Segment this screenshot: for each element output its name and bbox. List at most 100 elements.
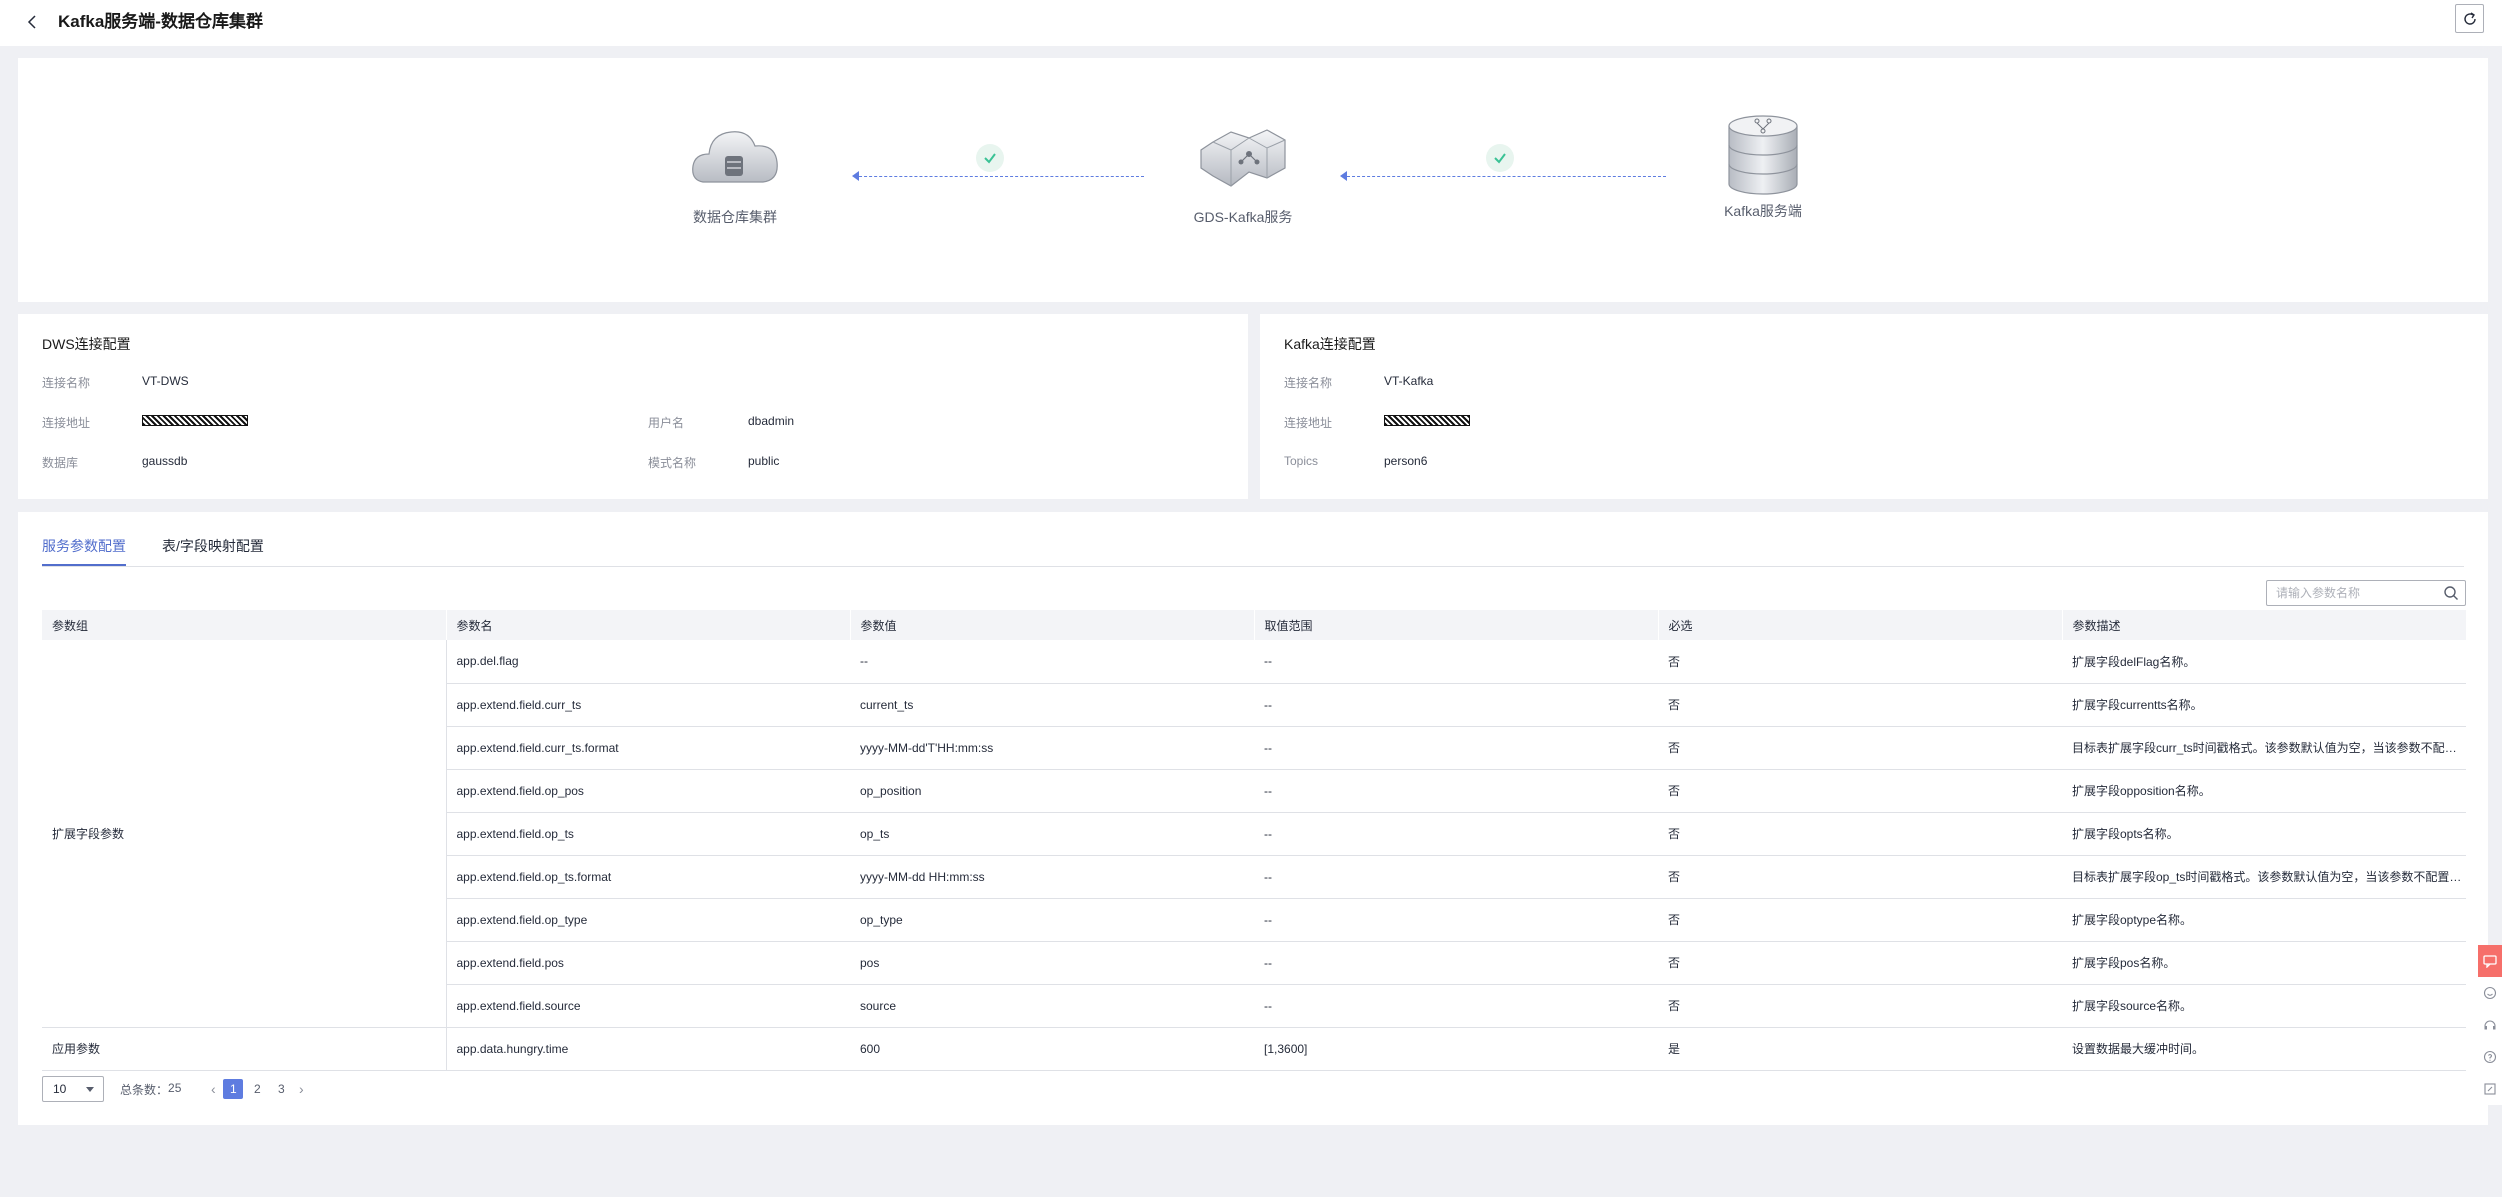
service-button[interactable] <box>2478 1009 2502 1041</box>
tab-divider <box>42 566 2464 567</box>
flow-node-kafka-server: Kafka服务端 <box>1673 112 1853 221</box>
tab-field-mapping[interactable]: 表/字段映射配置 <box>162 534 264 566</box>
tab-service-params[interactable]: 服务参数配置 <box>42 534 126 566</box>
check-icon <box>976 144 1004 172</box>
dws-db-label: 数据库 <box>42 456 79 470</box>
kafka-config-panel: Kafka连接配置 连接名称 VT-Kafka 连接地址 Topics pers… <box>1260 314 2488 499</box>
param-required: 否 <box>1658 726 2062 770</box>
refresh-icon <box>2463 11 2476 25</box>
flow-node-label: 数据仓库集群 <box>693 209 777 225</box>
param-name: app.extend.field.op_type <box>446 898 850 942</box>
dws-config-title: DWS连接配置 <box>42 336 131 352</box>
param-required: 否 <box>1658 683 2062 727</box>
params-table: 参数组 参数名 参数值 取值范围 必选 参数描述 扩展字段参数 app.del.… <box>42 610 2466 1071</box>
next-page-icon[interactable]: › <box>293 1081 309 1097</box>
kafka-name-value: VT-Kafka <box>1384 374 1434 388</box>
total-value: 25 <box>168 1080 182 1095</box>
dws-addr-masked <box>142 415 248 429</box>
top-bar: Kafka服务端-数据仓库集群 <box>0 0 2502 46</box>
edit-button[interactable] <box>2478 1073 2502 1105</box>
param-name: app.extend.field.op_pos <box>446 769 850 813</box>
param-group-cell: 扩展字段参数 <box>42 640 447 1028</box>
param-name: app.extend.field.source <box>446 984 850 1028</box>
param-range: -- <box>1254 640 1658 684</box>
param-value: pos <box>850 941 1254 985</box>
edit-icon <box>2484 1083 2496 1095</box>
col-header: 取值范围 <box>1253 610 1658 640</box>
param-desc: 扩展字段delFlag名称。 <box>2062 640 2466 684</box>
dws-config-panel: DWS连接配置 连接名称 VT-DWS 连接地址 用户名 dbadmin 数据库… <box>18 314 1248 499</box>
database-stack-icon <box>1728 115 1798 195</box>
prev-page-icon[interactable]: ‹ <box>205 1081 221 1097</box>
table-row: 应用参数 app.data.hungry.time 600 [1,3600] 是… <box>42 1027 2466 1071</box>
page-number[interactable]: 1 <box>223 1079 244 1099</box>
param-value: current_ts <box>850 683 1254 727</box>
page-size-value: 10 <box>53 1082 67 1096</box>
param-range: -- <box>1254 769 1658 813</box>
param-required: 否 <box>1658 941 2062 985</box>
table-header-row: 参数组 参数名 参数值 取值范围 必选 参数描述 <box>42 610 2466 640</box>
param-value: yyyy-MM-dd HH:mm:ss <box>850 855 1254 899</box>
page-number[interactable]: 3 <box>271 1079 291 1099</box>
col-header: 参数值 <box>849 610 1254 640</box>
search-icon[interactable] <box>2443 585 2459 601</box>
param-range: -- <box>1254 726 1658 770</box>
total-count: 总条数： 25 <box>120 1081 181 1098</box>
chat-icon <box>2483 955 2497 968</box>
flow-node-label: Kafka服务端 <box>1724 203 1802 219</box>
param-name: app.extend.field.op_ts.format <box>446 855 850 899</box>
param-range: -- <box>1254 984 1658 1028</box>
dws-db-value: gaussdb <box>142 454 188 468</box>
flow-arrow-right <box>1340 171 1666 181</box>
param-value: source <box>850 984 1254 1028</box>
param-desc: 扩展字段source名称。 <box>2062 984 2466 1028</box>
param-name: app.del.flag <box>446 640 850 684</box>
help-button[interactable] <box>2478 1041 2502 1073</box>
param-desc: 目标表扩展字段curr_ts时间戳格式。该参数默认值为空，当该参数不配置时... <box>2062 726 2466 770</box>
param-name: app.data.hungry.time <box>446 1027 850 1071</box>
dws-addr-label: 连接地址 <box>42 416 91 430</box>
param-required: 否 <box>1658 640 2062 684</box>
param-value: op_ts <box>850 812 1254 856</box>
smile-icon <box>2483 986 2497 1000</box>
params-panel: 服务参数配置 表/字段映射配置 参数组 参数名 参数值 取值范围 必选 参数描述… <box>18 512 2488 1125</box>
kafka-addr-masked <box>1384 415 1470 429</box>
param-desc: 扩展字段opposition名称。 <box>2062 769 2466 813</box>
dws-schema-label: 模式名称 <box>648 456 697 470</box>
refresh-button[interactable] <box>2455 4 2484 33</box>
back-button[interactable] <box>22 11 44 33</box>
param-range: -- <box>1254 683 1658 727</box>
dws-user-value: dbadmin <box>748 414 795 428</box>
service-hexagon-icon <box>1200 129 1286 187</box>
page-title: Kafka服务端-数据仓库集群 <box>58 12 263 31</box>
page-size-select[interactable]: 10 <box>42 1076 104 1102</box>
caret-down-icon <box>86 1087 94 1092</box>
col-header: 参数组 <box>42 610 446 640</box>
side-toolbar <box>2478 945 2502 1105</box>
param-name: app.extend.field.op_ts <box>446 812 850 856</box>
param-range: -- <box>1254 855 1658 899</box>
flow-node-label: GDS-Kafka服务 <box>1193 209 1293 225</box>
param-desc: 扩展字段opts名称。 <box>2062 812 2466 856</box>
param-range: -- <box>1254 941 1658 985</box>
param-name: app.extend.field.curr_ts <box>446 683 850 727</box>
topology-panel: 数据仓库集群 GDS-Kafka服务 Kafka服务端 <box>18 58 2488 302</box>
param-desc: 扩展字段currentts名称。 <box>2062 683 2466 727</box>
feedback-button[interactable] <box>2478 945 2502 977</box>
param-required: 否 <box>1658 812 2062 856</box>
page-number[interactable]: 2 <box>247 1079 267 1099</box>
chevron-left-icon <box>27 15 36 29</box>
search-input[interactable] <box>2267 581 2437 605</box>
col-header: 参数描述 <box>2061 610 2466 640</box>
flow-arrow-left <box>852 171 1144 181</box>
flow-node-gds-kafka: GDS-Kafka服务 <box>1153 120 1333 227</box>
dws-user-label: 用户名 <box>648 416 685 430</box>
param-value: -- <box>850 640 1254 684</box>
kafka-topics-label: Topics <box>1284 454 1319 468</box>
smile-button[interactable] <box>2478 977 2502 1009</box>
param-range: -- <box>1254 898 1658 942</box>
param-required: 是 <box>1658 1027 2062 1071</box>
param-value: 600 <box>850 1027 1254 1071</box>
param-required: 否 <box>1658 855 2062 899</box>
param-value: op_type <box>850 898 1254 942</box>
